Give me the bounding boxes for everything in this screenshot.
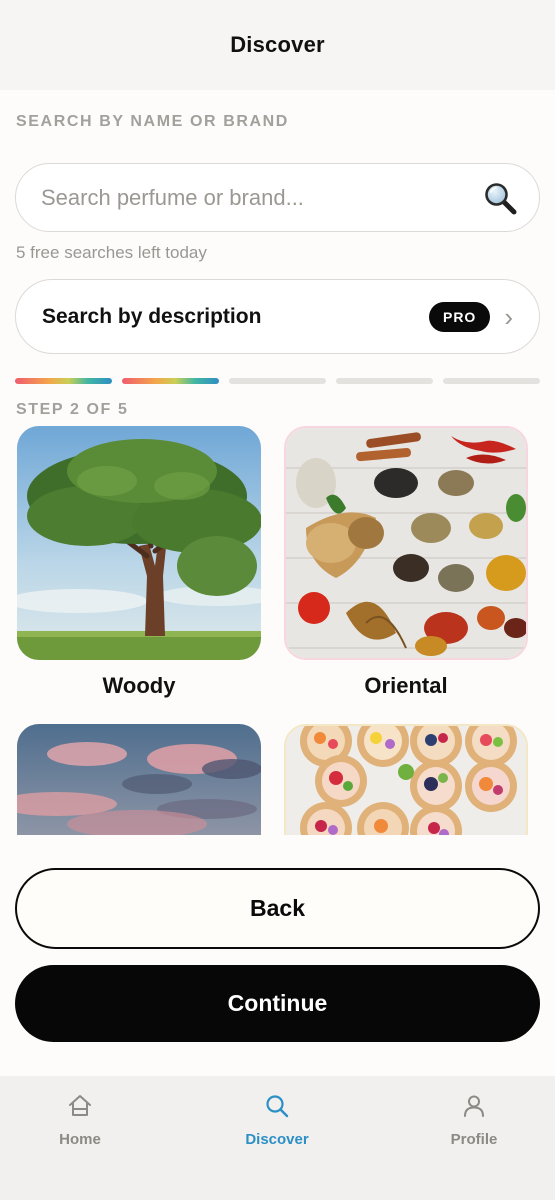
top-header: Discover	[0, 0, 555, 90]
spices-image	[286, 428, 526, 658]
tree-image	[17, 426, 261, 660]
progress-segment	[443, 378, 540, 384]
progress-segment	[229, 378, 326, 384]
person-icon	[461, 1093, 487, 1124]
magnifier-icon[interactable]	[483, 181, 517, 215]
pink-sky-image	[17, 724, 261, 835]
tab-home[interactable]: Home	[25, 1093, 135, 1148]
tab-discover[interactable]: Discover	[222, 1093, 332, 1148]
tab-label: Discover	[245, 1131, 309, 1148]
free-searches-count: 5 free searches left today	[16, 243, 207, 262]
search-by-description-label: Search by description	[42, 304, 262, 328]
pro-badge: PRO	[428, 301, 491, 332]
search-by-description-button[interactable]: Search by description PRO ›	[15, 279, 540, 354]
tab-label: Home	[59, 1131, 101, 1148]
progress-segment	[122, 378, 219, 384]
category-card-3[interactable]	[17, 724, 261, 835]
search-icon	[264, 1093, 290, 1124]
category-name: Oriental	[364, 673, 448, 698]
category-card-woody[interactable]	[17, 426, 261, 660]
search-input[interactable]	[41, 184, 483, 211]
category-card-4[interactable]	[284, 724, 528, 835]
bottom-tab-bar: Home Discover Profile	[0, 1076, 555, 1200]
scent-category-grid: Woody Oriental	[0, 425, 555, 835]
back-button[interactable]: Back	[15, 868, 540, 949]
home-icon	[67, 1093, 93, 1124]
continue-button[interactable]: Continue	[15, 965, 540, 1042]
search-box[interactable]	[15, 163, 540, 232]
tab-label: Profile	[450, 1131, 498, 1148]
page-title: Discover	[230, 32, 325, 57]
search-section-label: SEARCH BY NAME OR BRAND	[16, 113, 289, 130]
progress-segment	[15, 378, 112, 384]
fruit-tarts-image	[286, 726, 526, 835]
category-name: Woody	[102, 673, 176, 698]
progress-segment	[336, 378, 433, 384]
tab-profile[interactable]: Profile	[419, 1093, 529, 1148]
step-label: STEP 2 OF 5	[16, 401, 129, 418]
chevron-right-icon: ›	[504, 301, 513, 332]
category-card-oriental[interactable]	[284, 426, 528, 660]
step-progress-bar	[15, 378, 540, 384]
